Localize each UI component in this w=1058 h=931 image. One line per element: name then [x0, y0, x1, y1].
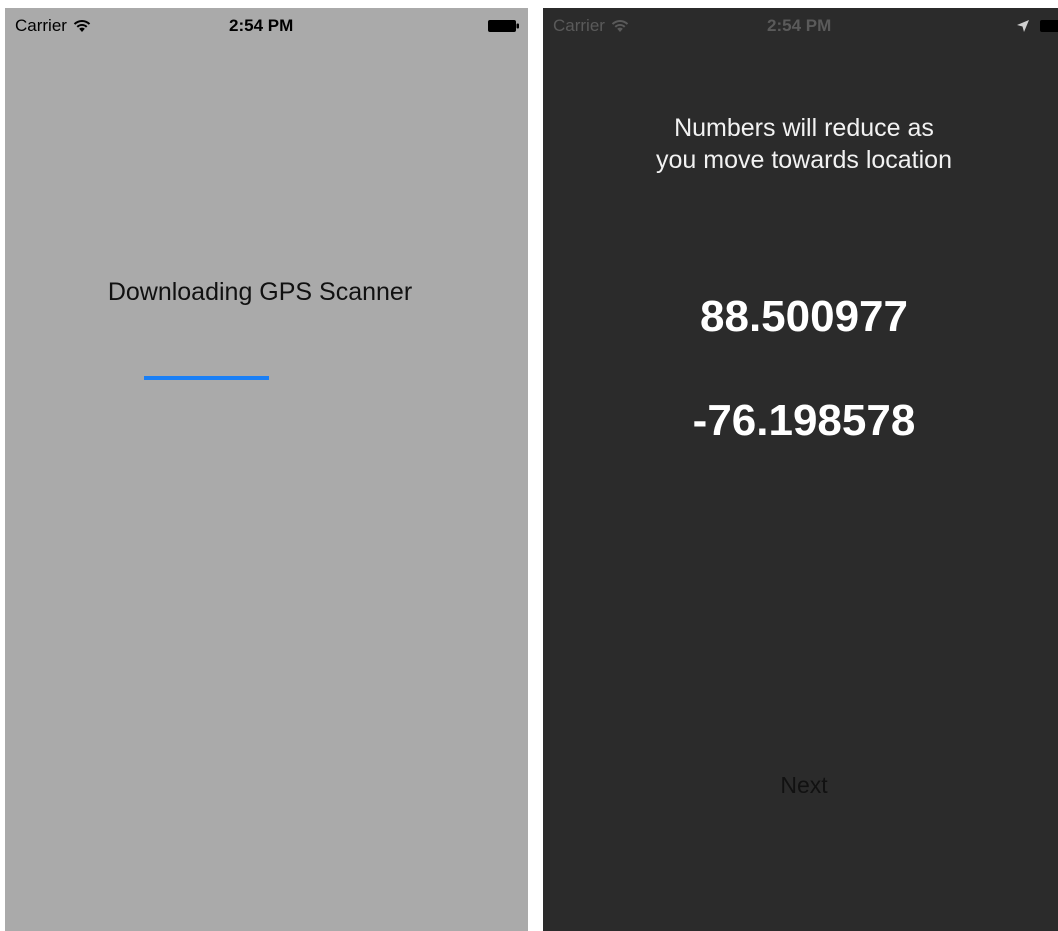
- longitude-value: -76.198578: [692, 396, 916, 445]
- status-time: 2:54 PM: [767, 16, 832, 35]
- carrier-indicator: Carrier: [553, 16, 629, 36]
- carrier-indicator: Carrier: [15, 16, 91, 36]
- screenshot-stage: Carrier 2:54 PM Downloading GPS Scanner …: [0, 0, 1058, 931]
- instruction-line-2: you move towards location: [656, 146, 952, 174]
- latitude-value: 88.500977: [700, 292, 908, 341]
- downloading-label: Downloading GPS Scanner: [107, 278, 413, 306]
- download-progress-fill: [144, 376, 269, 380]
- battery-icon: [488, 20, 519, 32]
- status-bar: Carrier 2:54 PM: [543, 8, 1058, 44]
- carrier-label: Carrier: [15, 16, 67, 35]
- carrier-label: Carrier: [553, 16, 605, 35]
- download-progress-bar: [144, 376, 394, 380]
- status-time: 2:54 PM: [229, 16, 294, 35]
- battery-icon: [1040, 20, 1058, 32]
- next-button[interactable]: Next: [754, 768, 854, 802]
- wifi-icon: [611, 20, 629, 32]
- instruction-line-1: Numbers will reduce as: [674, 114, 934, 142]
- downloading-screen: Carrier 2:54 PM Downloading GPS Scanner: [5, 8, 528, 931]
- location-screen: Carrier 2:54 PM Numbers will reduce as y…: [543, 8, 1058, 931]
- wifi-icon: [73, 20, 91, 32]
- status-bar: Carrier 2:54 PM: [5, 8, 528, 44]
- instruction-text: Numbers will reduce as you move towards …: [543, 112, 1058, 176]
- location-arrow-icon: [1017, 20, 1029, 32]
